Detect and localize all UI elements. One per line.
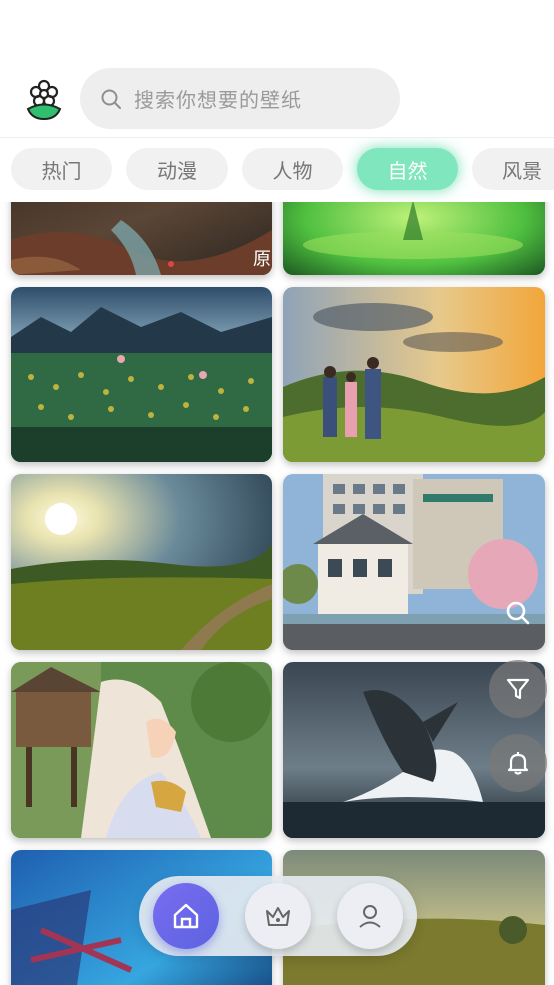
wallpaper-card[interactable] bbox=[11, 474, 272, 650]
bottom-nav bbox=[139, 876, 417, 956]
user-icon bbox=[359, 905, 381, 928]
search-icon bbox=[506, 601, 530, 625]
nav-vip-button[interactable] bbox=[245, 883, 311, 949]
flower-logo-icon bbox=[26, 79, 62, 120]
notification-button[interactable] bbox=[489, 734, 547, 792]
home-icon bbox=[173, 903, 199, 929]
tab-anime[interactable]: 动漫 bbox=[126, 148, 228, 190]
watermark-text: 原 bbox=[253, 249, 271, 270]
search-bar[interactable]: 搜索你想要的壁纸 bbox=[80, 68, 400, 129]
nav-profile-button[interactable] bbox=[337, 883, 403, 949]
wallpaper-card[interactable] bbox=[283, 287, 545, 462]
search-placeholder: 搜索你想要的壁纸 bbox=[134, 88, 302, 112]
floating-search-button[interactable] bbox=[489, 584, 547, 642]
wallpaper-thumbnail bbox=[11, 474, 272, 650]
wallpaper-card[interactable] bbox=[11, 287, 272, 462]
bell-icon bbox=[507, 752, 529, 775]
search-icon bbox=[101, 89, 121, 109]
crown-icon bbox=[266, 907, 290, 926]
wallpaper-card[interactable] bbox=[11, 662, 272, 838]
wallpaper-thumbnail bbox=[283, 287, 545, 462]
filter-button[interactable] bbox=[489, 660, 547, 718]
wallpaper-thumbnail bbox=[11, 662, 272, 838]
nav-home-button[interactable] bbox=[153, 883, 219, 949]
filter-icon bbox=[506, 678, 530, 700]
wallpaper-thumbnail bbox=[11, 287, 272, 462]
category-tabs: 热门 动漫 人物 自然 风景 bbox=[0, 138, 554, 202]
tab-nature[interactable]: 自然 bbox=[357, 148, 458, 190]
tab-scenery[interactable]: 风景 bbox=[472, 148, 554, 190]
tab-hot[interactable]: 热门 bbox=[11, 148, 112, 190]
app-header: 搜索你想要的壁纸 bbox=[0, 0, 554, 138]
tab-people[interactable]: 人物 bbox=[242, 148, 343, 190]
